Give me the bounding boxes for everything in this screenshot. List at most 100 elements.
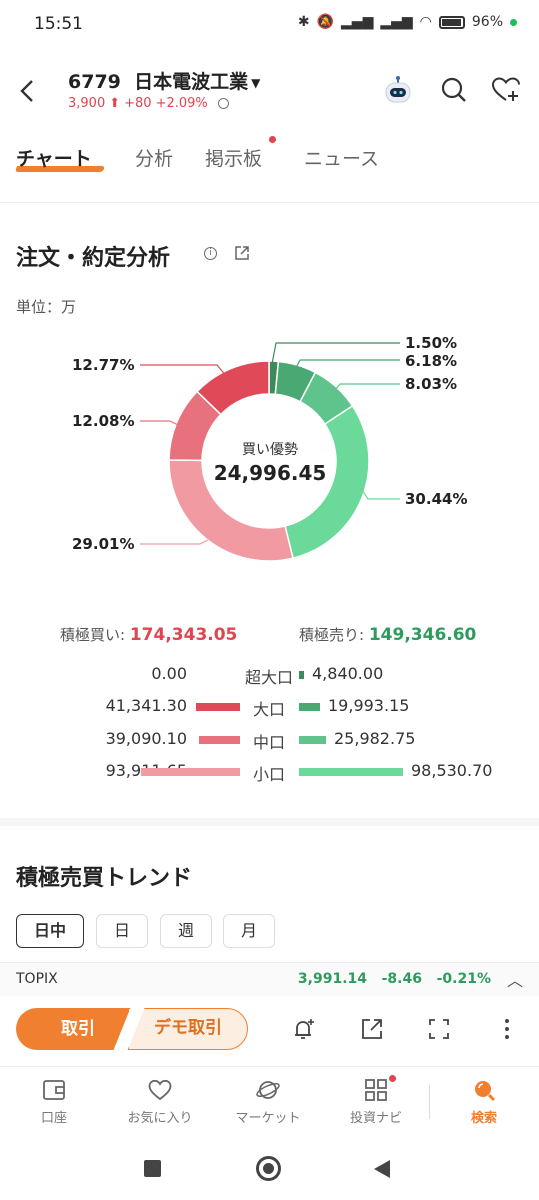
leader-line-5: [140, 539, 209, 545]
buy-total-row: 積極買い: 174,343.05: [60, 624, 237, 645]
nav-market[interactable]: マーケット: [218, 1077, 318, 1126]
caret-down-icon: ▼: [251, 75, 261, 90]
breakdown-sell-bar: [299, 671, 304, 679]
grid-icon: [326, 1077, 426, 1107]
donut-center-value: 24,996.45: [213, 461, 327, 485]
nav-account[interactable]: 口座: [4, 1077, 104, 1126]
nav-favorites[interactable]: お気に入り: [110, 1077, 210, 1126]
clock-icon: [217, 98, 229, 109]
breakdown-label: 大口: [252, 700, 285, 719]
breakdown-buy-bar: [141, 768, 240, 776]
status-icons: ✱ 🔕 ▂▄▆ ▂▄▆ ◠ 96%: [298, 14, 517, 30]
topix-ticker[interactable]: TOPIX 3,991.14 -8.46 -0.21% ︿: [0, 962, 539, 996]
status-bar: 15:51 ✱ 🔕 ▂▄▆ ▂▄▆ ◠ 96%: [0, 0, 539, 52]
signal-icon: ▂▄▆: [341, 14, 374, 30]
leader-line-2: [295, 359, 400, 369]
breakdown-sell-value: 19,993.15: [328, 696, 410, 715]
more-options-button[interactable]: [494, 1016, 520, 1042]
nav-search[interactable]: 検索: [434, 1077, 534, 1126]
donut-center-label: 買い優勢: [242, 442, 298, 458]
price-line: 3,900 ⬆ +80 +2.09%: [68, 96, 229, 111]
period-week[interactable]: 週: [160, 914, 212, 948]
breakdown-label: 超大口: [244, 668, 293, 687]
stock-code: 6779: [68, 71, 121, 93]
robot-assistant-icon[interactable]: [382, 74, 414, 106]
tab-bar: チャート 分析 掲示板 ニュース: [0, 136, 539, 186]
board-badge: [269, 136, 276, 143]
system-nav-bar: [0, 1140, 539, 1200]
period-day[interactable]: 日: [96, 914, 148, 948]
pct-label-large-sell: 6.18%: [405, 352, 458, 370]
info-icon[interactable]: i: [204, 247, 217, 260]
chevron-up-icon[interactable]: ︿: [507, 967, 523, 991]
home-icon[interactable]: [256, 1156, 281, 1181]
chevron-left-icon: [20, 80, 33, 102]
pct-label-medium-buy: 12.08%: [72, 412, 135, 430]
price: 3,900: [68, 96, 106, 111]
leader-line-4: [361, 489, 400, 500]
tab-news[interactable]: ニュース: [304, 144, 379, 171]
breakdown-label: 小口: [252, 765, 285, 784]
up-arrow-icon: ⬆: [109, 96, 121, 111]
price-change-pct: +2.09%: [155, 96, 208, 111]
bottom-nav: 口座 お気に入り マーケット 投資ナビ 検索: [0, 1066, 539, 1138]
breakdown-sell-value: 4,840.00: [312, 664, 384, 683]
topix-change-pct: -0.21%: [436, 971, 491, 987]
battery-icon: [438, 15, 465, 29]
topix-change: -8.46: [381, 971, 422, 987]
nav-invest-navi[interactable]: 投資ナビ: [326, 1077, 426, 1126]
fullscreen-button[interactable]: [426, 1016, 452, 1042]
period-month[interactable]: 月: [223, 914, 275, 948]
add-favorite-button[interactable]: [490, 74, 522, 106]
period-intraday[interactable]: 日中: [16, 914, 84, 948]
pct-label-small-sell: 30.44%: [405, 490, 468, 508]
search-icon: [441, 77, 466, 102]
sell-total-value: 149,346.60: [368, 625, 477, 645]
buy-total-label: 積極買い:: [60, 626, 126, 644]
sell-total-label: 積極売り:: [299, 626, 365, 644]
alert-add-button[interactable]: [291, 1016, 317, 1042]
tab-board[interactable]: 掲示板: [205, 144, 262, 171]
recent-apps-icon[interactable]: [144, 1160, 161, 1177]
nav-divider: [429, 1085, 430, 1119]
share-button[interactable]: [359, 1016, 385, 1042]
back-button[interactable]: [14, 76, 42, 106]
status-time: 15:51: [34, 14, 83, 34]
mute-icon: 🔕: [316, 14, 335, 30]
pct-label-small-buy: 29.01%: [72, 535, 135, 553]
back-nav-icon[interactable]: [372, 1158, 392, 1184]
sell-total-row: 積極売り: 149,346.60: [299, 624, 476, 645]
leader-line-6: [140, 420, 179, 426]
privacy-dot-icon: [510, 18, 517, 26]
buy-total-value: 174,343.05: [129, 625, 238, 645]
tab-chart[interactable]: チャート: [16, 144, 92, 171]
tab-analysis[interactable]: 分析: [135, 144, 173, 171]
stock-title[interactable]: 6779 日本電波工業 ▼: [68, 67, 260, 94]
topix-value: 3,991.14: [297, 971, 367, 987]
price-change: +80: [124, 96, 152, 111]
breakdown-sell-value: 98,530.70: [411, 761, 493, 780]
breakdown-buy-bar: [199, 736, 240, 744]
breakdown-sell-value: 25,982.75: [334, 729, 416, 748]
wifi-icon: ◠: [419, 14, 432, 30]
signal2-icon: ▂▄▆: [380, 14, 413, 30]
breakdown-sell-bar: [299, 703, 320, 711]
search-button[interactable]: [438, 74, 470, 106]
section-title-trend: 積極売買トレンド: [16, 866, 193, 891]
breakdown-sell-bar: [299, 736, 326, 744]
unit-label: 単位：万: [16, 298, 77, 316]
nav-account-label: 口座: [40, 1111, 67, 1126]
wallet-icon: [4, 1077, 104, 1107]
pct-label-medium-sell: 8.03%: [405, 375, 458, 393]
battery-level: 96%: [471, 14, 503, 30]
section-title-order-analysis: 注文・約定分析: [16, 246, 171, 271]
invest-navi-badge: [389, 1075, 396, 1082]
breakdown-row-small: 93,911.65 小口 98,530.70: [0, 761, 539, 784]
search-icon: [434, 1077, 534, 1107]
leader-line-7: [140, 364, 228, 378]
share-icon[interactable]: [234, 245, 250, 261]
demo-trade-button[interactable]: デモ取引: [128, 1008, 248, 1050]
bluetooth-icon: ✱: [297, 14, 310, 30]
heart-icon: [110, 1077, 210, 1107]
leader-line-1: [271, 342, 400, 365]
